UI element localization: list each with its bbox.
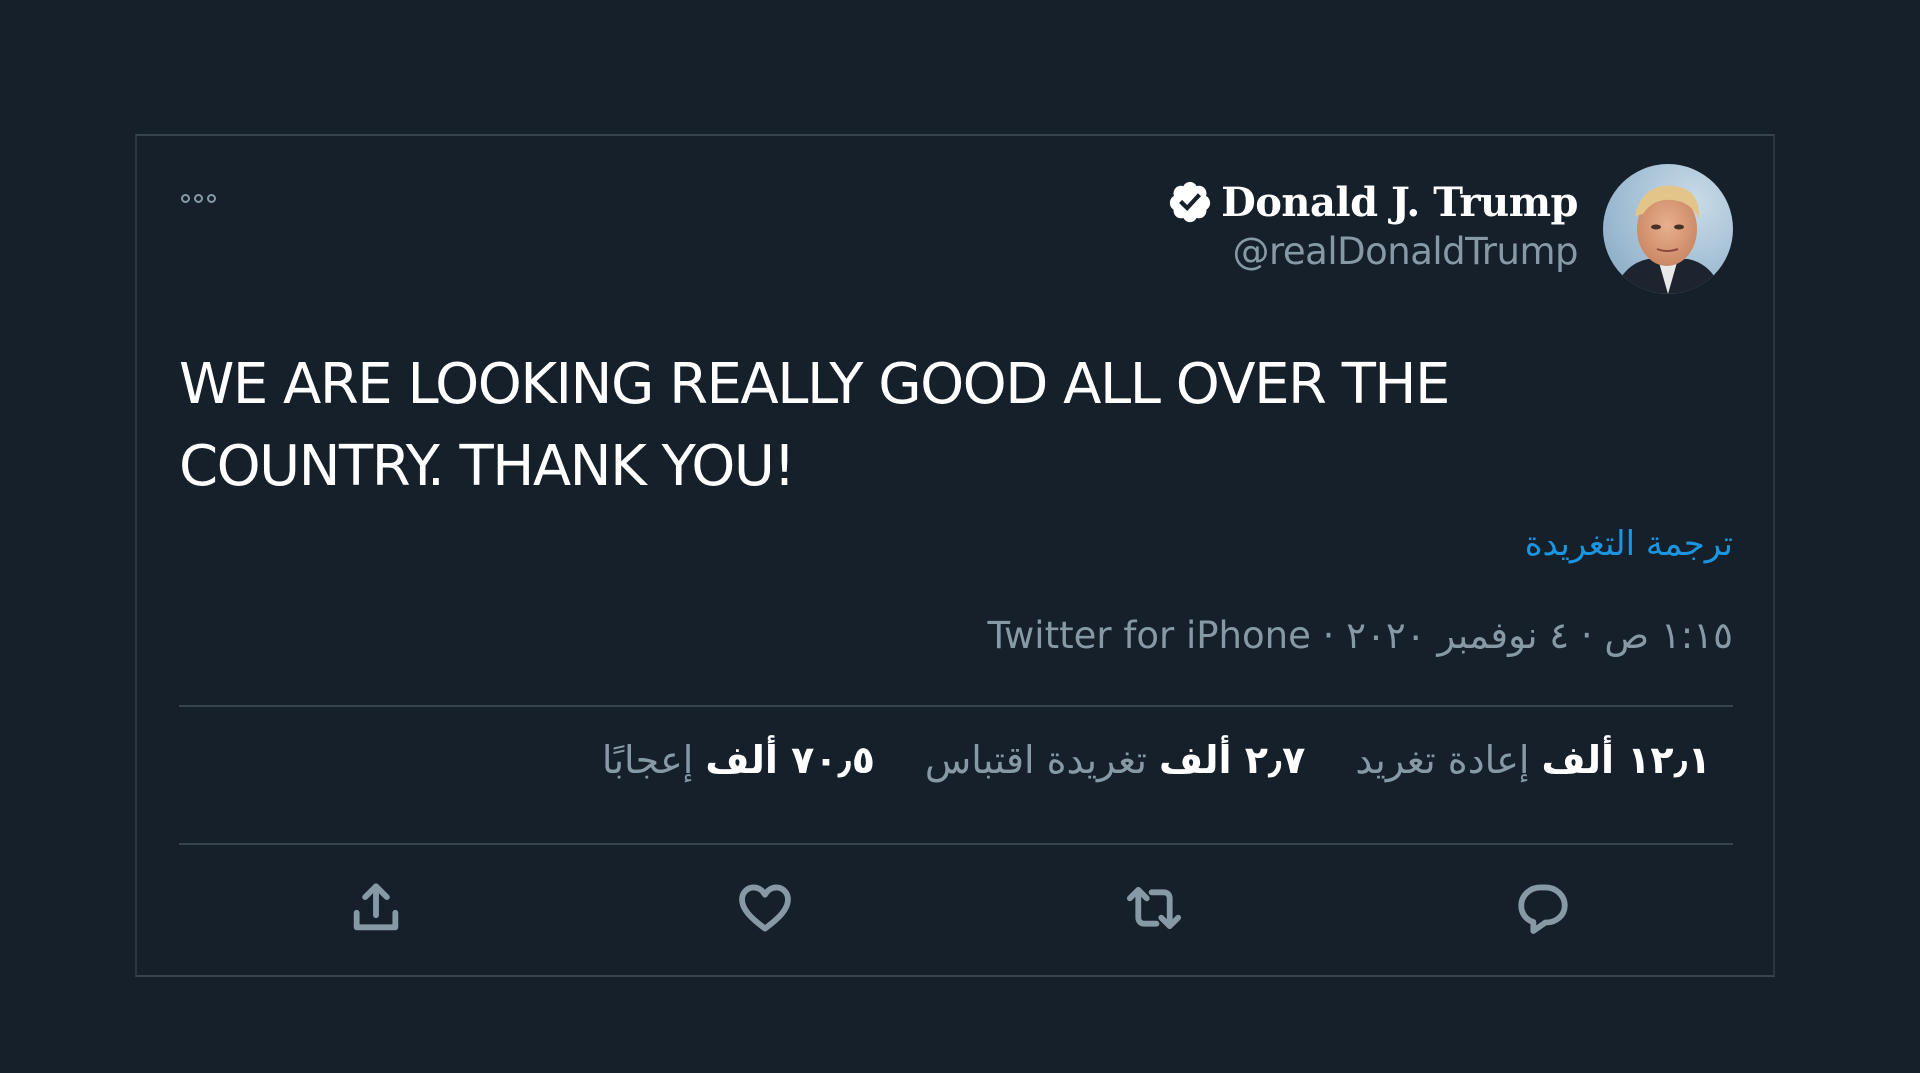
divider [179, 843, 1733, 845]
tweet-text: WE ARE LOOKING REALLY GOOD ALL OVER THE … [179, 352, 1450, 499]
retweets-label: إعادة تغريد [1355, 738, 1530, 782]
share-button[interactable] [344, 876, 408, 940]
avatar[interactable] [1603, 164, 1733, 294]
tweet-actions [179, 876, 1733, 946]
translate-tweet-link[interactable]: ترجمة التغريدة [1525, 524, 1733, 564]
more-options-icon[interactable] [181, 188, 229, 208]
likes-count: ٧٠٫٥ ألف [705, 738, 875, 782]
tweet-stats: ١٢٫١ ألف إعادة تغريد ٢٫٧ ألف تغريدة اقتب… [602, 738, 1711, 782]
heart-icon [739, 884, 791, 932]
retweets-stat[interactable]: ١٢٫١ ألف إعادة تغريد [1355, 738, 1711, 782]
like-button[interactable] [733, 876, 797, 940]
name-row: Donald J. Trump [1167, 176, 1578, 228]
likes-stat[interactable]: ٧٠٫٥ ألف إعجابًا [602, 738, 875, 782]
tweet-timestamp-source[interactable]: ١:١٥ ص · ٤ نوفمبر ٢٠٢٠ · Twitter for iPh… [988, 614, 1733, 657]
quote-tweets-count: ٢٫٧ ألف [1158, 738, 1306, 782]
retweet-icon [1126, 886, 1182, 930]
user-handle[interactable]: @realDonaldTrump [1167, 230, 1579, 273]
divider [179, 705, 1733, 707]
retweets-count: ١٢٫١ ألف [1541, 738, 1711, 782]
quote-tweets-stat[interactable]: ٢٫٧ ألف تغريدة اقتباس [925, 738, 1305, 782]
likes-label: إعجابًا [601, 738, 694, 782]
reply-icon [1518, 884, 1568, 934]
tweet-card: Donald J. Trump @realDonaldTrump WE ARE … [135, 134, 1775, 977]
user-info: Donald J. Trump @realDonaldTrump [1167, 176, 1578, 273]
display-name[interactable]: Donald J. Trump [1221, 179, 1578, 226]
quote-tweets-label: تغريدة اقتباس [924, 738, 1147, 782]
reply-button[interactable] [1511, 876, 1575, 940]
share-icon [353, 883, 399, 931]
retweet-button[interactable] [1122, 876, 1186, 940]
verified-badge-icon [1169, 181, 1211, 223]
